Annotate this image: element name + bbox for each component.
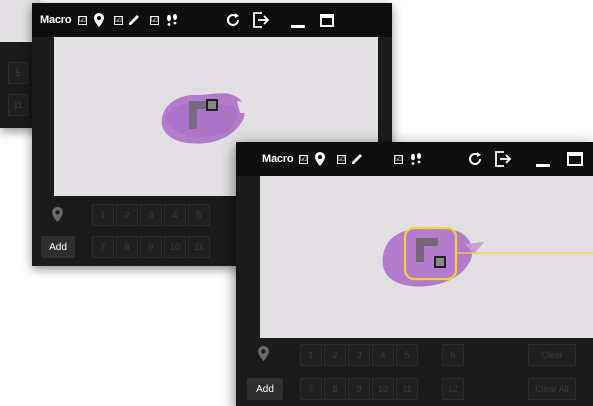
slot-10-button[interactable]: 10 — [372, 378, 394, 400]
slot-label: 5 — [404, 350, 410, 360]
add-button[interactable]: Add — [41, 236, 75, 258]
checkbox-mark: ☑ — [299, 154, 308, 164]
slot-label: 11 — [402, 384, 412, 394]
slot-label: 11 — [13, 100, 23, 110]
toolbar: Macro ☑ ☑ ☑ — [32, 3, 392, 37]
slot-label: 8 — [332, 384, 338, 394]
slot-label: 3 — [356, 350, 362, 360]
slot-label: 4 — [380, 350, 386, 360]
map-pin-icon — [52, 207, 63, 227]
slot-label: 10 — [169, 242, 180, 252]
minimize-icon[interactable] — [536, 142, 550, 176]
slot-2-button[interactable]: 2 — [324, 344, 346, 366]
macro-checkbox[interactable]: ☑ — [78, 3, 87, 37]
slot-label: 2 — [332, 350, 338, 360]
slot-label: 10 — [377, 384, 388, 394]
slot-5-button[interactable]: 5 — [8, 62, 28, 84]
slot-label: 8 — [124, 242, 130, 252]
clear-all-button[interactable]: Clear All — [528, 378, 576, 400]
macro-panel-front: Macro ☑ ☑ ☑ 1 2 3 4 5 6 Clear Add 7 8 9 … — [236, 142, 593, 406]
map-pin-icon[interactable] — [315, 142, 325, 176]
slot-11-button[interactable]: 11 — [396, 378, 418, 400]
macro-checkbox[interactable]: ☑ — [299, 142, 308, 176]
slot-8-button[interactable]: 8 — [324, 378, 346, 400]
slot-3-button[interactable]: 3 — [140, 204, 162, 226]
pencil-icon[interactable] — [128, 3, 140, 37]
slot-label: 12 — [447, 384, 458, 394]
map-pin-icon[interactable] — [94, 3, 104, 37]
minimize-icon[interactable] — [291, 3, 305, 37]
slot-label: 5 — [15, 68, 21, 78]
slot-label: 1 — [100, 210, 106, 220]
slot-label: 6 — [450, 350, 456, 360]
macro-label: Macro — [40, 14, 72, 26]
checkbox-mark: ☑ — [394, 154, 403, 164]
slot-4-button[interactable]: 4 — [372, 344, 394, 366]
slot-4-button[interactable]: 4 — [164, 204, 186, 226]
checkbox-mark: ☑ — [337, 154, 346, 164]
slot-label: 4 — [172, 210, 178, 220]
slot-7-button[interactable]: 7 — [300, 378, 322, 400]
slot-label: 11 — [194, 242, 204, 252]
slot-6-button[interactable]: 6 — [442, 344, 464, 366]
exit-icon[interactable] — [494, 142, 512, 176]
slot-1-button[interactable]: 1 — [92, 204, 114, 226]
slot-label: 2 — [124, 210, 130, 220]
slot-1-button[interactable]: 1 — [300, 344, 322, 366]
pin-checkbox[interactable]: ☑ — [337, 142, 346, 176]
slot-11-button[interactable]: 11 — [188, 236, 210, 258]
macro-label: Macro — [262, 153, 294, 165]
slide-view[interactable] — [260, 176, 593, 338]
map-pin-icon — [258, 346, 269, 366]
slot-9-button[interactable]: 9 — [348, 378, 370, 400]
slot-label: 3 — [148, 210, 154, 220]
slot-5-button[interactable]: 5 — [396, 344, 418, 366]
slot-label: 9 — [148, 242, 154, 252]
pin-checkbox[interactable]: ☑ — [114, 3, 123, 37]
slot-3-button[interactable]: 3 — [348, 344, 370, 366]
slot-9-button[interactable]: 9 — [140, 236, 162, 258]
pencil-checkbox[interactable]: ☑ — [150, 3, 159, 37]
footprints-icon[interactable] — [409, 142, 423, 176]
slot-2-button[interactable]: 2 — [116, 204, 138, 226]
slot-12-button[interactable]: 12 — [442, 378, 464, 400]
slot-10-button[interactable]: 10 — [164, 236, 186, 258]
pencil-checkbox[interactable]: ☑ — [394, 142, 403, 176]
add-button[interactable]: Add — [247, 378, 283, 400]
slot-label: 7 — [308, 384, 314, 394]
checkbox-mark: ☑ — [150, 15, 159, 25]
slot-7-button[interactable]: 7 — [92, 236, 114, 258]
clear-button[interactable]: Clear — [528, 344, 576, 366]
refresh-icon[interactable] — [225, 3, 241, 37]
slot-label: 9 — [356, 384, 362, 394]
clear-all-label: Clear All — [535, 384, 569, 394]
slot-label: 1 — [308, 350, 314, 360]
refresh-icon[interactable] — [467, 142, 483, 176]
tissue-sample — [382, 226, 593, 287]
toolbar: Macro ☑ ☑ ☑ — [236, 142, 593, 176]
footprints-icon[interactable] — [165, 3, 179, 37]
maximize-icon[interactable] — [567, 142, 583, 176]
maximize-icon[interactable] — [320, 3, 334, 37]
slot-5-button[interactable]: 5 — [188, 204, 210, 226]
clear-label: Clear — [541, 350, 563, 360]
checkbox-mark: ☑ — [78, 15, 87, 25]
exit-icon[interactable] — [252, 3, 270, 37]
slot-11-button[interactable]: 11 — [8, 94, 28, 116]
slot-8-button[interactable]: 8 — [116, 236, 138, 258]
slot-label: 7 — [100, 242, 106, 252]
pencil-icon[interactable] — [351, 142, 363, 176]
slot-label: 5 — [196, 210, 202, 220]
checkbox-mark: ☑ — [114, 15, 123, 25]
